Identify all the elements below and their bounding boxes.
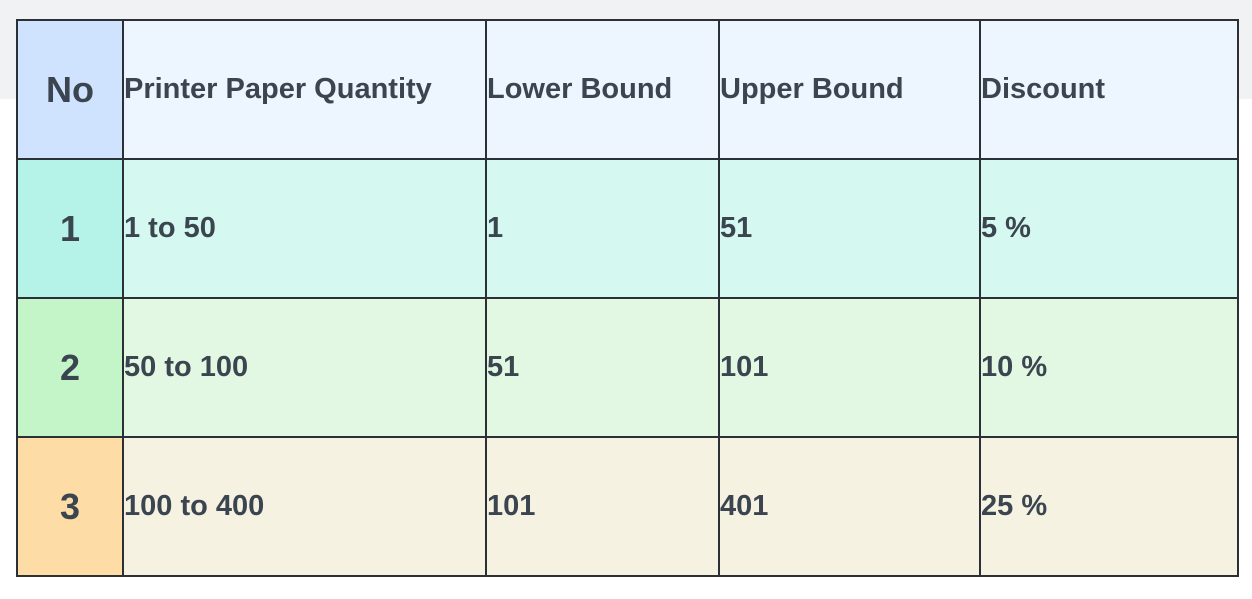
- table-row: 1 1 to 50 1 51 5 %: [16, 158, 1239, 299]
- quantity-cell: 100 to 400: [122, 436, 487, 577]
- header-row: No Printer Paper Quantity Lower Bound Up…: [16, 19, 1239, 160]
- header-no: No: [16, 19, 124, 160]
- discount-cell: 10 %: [979, 297, 1239, 438]
- discount-cell: 25 %: [979, 436, 1239, 577]
- row-number: 1: [16, 158, 124, 299]
- lower-bound-cell: 51: [485, 297, 720, 438]
- upper-bound-cell: 51: [718, 158, 981, 299]
- table-row: 2 50 to 100 51 101 10 %: [16, 297, 1239, 438]
- discount-table: No Printer Paper Quantity Lower Bound Up…: [16, 19, 1239, 577]
- quantity-cell: 1 to 50: [122, 158, 487, 299]
- upper-bound-cell: 101: [718, 297, 981, 438]
- quantity-cell: 50 to 100: [122, 297, 487, 438]
- lower-bound-cell: 101: [485, 436, 720, 577]
- upper-bound-cell: 401: [718, 436, 981, 577]
- header-quantity: Printer Paper Quantity: [122, 19, 487, 160]
- header-upper-bound: Upper Bound: [718, 19, 981, 160]
- row-number: 2: [16, 297, 124, 438]
- row-number: 3: [16, 436, 124, 577]
- header-lower-bound: Lower Bound: [485, 19, 720, 160]
- table-row: 3 100 to 400 101 401 25 %: [16, 436, 1239, 577]
- lower-bound-cell: 1: [485, 158, 720, 299]
- header-discount: Discount: [979, 19, 1239, 160]
- discount-cell: 5 %: [979, 158, 1239, 299]
